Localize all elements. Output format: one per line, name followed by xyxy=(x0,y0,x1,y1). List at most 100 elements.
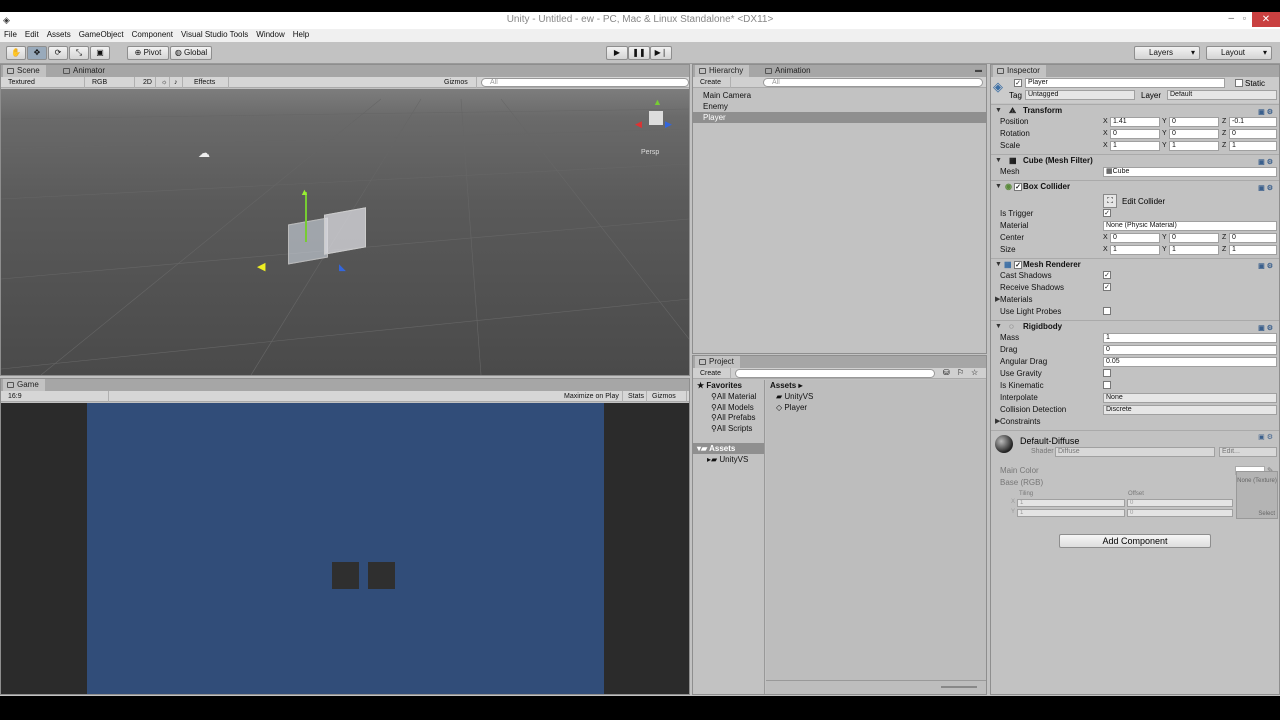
filter-label-icon[interactable]: ⚐ xyxy=(957,368,964,377)
menu-edit[interactable]: Edit xyxy=(21,29,43,41)
tab-scene[interactable]: Scene xyxy=(3,65,46,77)
size-y-field[interactable]: 1 xyxy=(1169,245,1219,255)
center-y-field[interactable]: 0 xyxy=(1169,233,1219,243)
player-cube[interactable] xyxy=(288,217,328,265)
materials-row[interactable]: ▶ Materials xyxy=(991,294,1279,305)
filter-type-icon[interactable]: ⛁ xyxy=(943,368,950,377)
menu-gameobject[interactable]: GameObject xyxy=(75,29,128,41)
tiling-x-field[interactable]: 1 xyxy=(1017,499,1125,507)
hierarchy-search-input[interactable]: All xyxy=(763,78,983,87)
menu-window[interactable]: Window xyxy=(252,29,288,41)
shader-edit-button[interactable]: Edit... xyxy=(1219,447,1277,457)
shading-dropdown[interactable]: Textured xyxy=(5,77,85,88)
2d-toggle[interactable]: 2D xyxy=(140,77,156,88)
effects-dropdown[interactable]: Effects xyxy=(191,77,229,88)
rotate-tool-icon[interactable]: ⟳ xyxy=(48,46,68,60)
icon-size-slider[interactable] xyxy=(941,686,977,688)
transform-header[interactable]: ▼ ⟁ Transform ▣⚙ xyxy=(991,104,1279,116)
z-axis-arrow-icon[interactable]: ◣ xyxy=(339,262,346,273)
add-component-button[interactable]: Add Component xyxy=(1059,534,1211,548)
stats-toggle[interactable]: Stats xyxy=(625,391,647,402)
constraints-row[interactable]: ▶ Constraints xyxy=(991,416,1279,427)
favorite-all-scripts[interactable]: ⚲All Scripts xyxy=(693,423,764,434)
hierarchy-create-dropdown[interactable]: Create xyxy=(697,77,731,88)
center-z-field[interactable]: 0 xyxy=(1229,233,1277,243)
rotation-x-field[interactable]: 0 xyxy=(1110,129,1160,139)
static-checkbox[interactable] xyxy=(1235,79,1243,87)
light-icon[interactable]: ☁ xyxy=(198,146,210,160)
receive-shadows-checkbox[interactable]: ✓ xyxy=(1103,283,1111,291)
texture-slot[interactable]: None (Texture) Select xyxy=(1236,471,1278,519)
scene-viewport[interactable]: ☁ ▲ ◀ ◣ ▲ ◀ ▶ Persp xyxy=(1,89,689,375)
step-button[interactable]: ▶❘ xyxy=(650,46,672,60)
global-button[interactable]: ◍ Global xyxy=(170,46,212,60)
hierarchy-item-main-camera[interactable]: Main Camera xyxy=(693,90,986,101)
maximize-icon[interactable]: ▫ xyxy=(1243,13,1246,23)
gizmo-x-cone-icon[interactable]: ◀ xyxy=(635,119,642,130)
close-icon[interactable]: ✕ xyxy=(1252,12,1280,27)
hierarchy-item-enemy[interactable]: Enemy xyxy=(693,101,986,112)
favorites-header[interactable]: ★ Favorites xyxy=(693,380,764,391)
mesh-renderer-enabled-checkbox[interactable]: ✓ xyxy=(1014,261,1022,269)
box-collider-enabled-checkbox[interactable]: ✓ xyxy=(1014,183,1022,191)
project-create-dropdown[interactable]: Create xyxy=(697,368,731,379)
object-name-field[interactable]: Player xyxy=(1025,78,1225,88)
scene-search-input[interactable]: All xyxy=(481,78,689,87)
drag-field[interactable]: 0 xyxy=(1103,345,1277,355)
lighting-icon[interactable]: ☼ xyxy=(158,77,170,88)
material-header[interactable]: Default-Diffuse Shader Diffuse Edit... ▣… xyxy=(991,430,1279,458)
menu-file[interactable]: File xyxy=(0,29,21,41)
rotation-y-field[interactable]: 0 xyxy=(1169,129,1219,139)
component-settings-icon[interactable]: ▣⚙ xyxy=(1258,183,1275,195)
edit-collider-button[interactable]: ⛶ xyxy=(1103,194,1117,208)
scale-x-field[interactable]: 1 xyxy=(1110,141,1160,151)
gizmos-dropdown[interactable]: Gizmos xyxy=(441,77,477,88)
position-y-field[interactable]: 0 xyxy=(1169,117,1219,127)
game-gizmos-dropdown[interactable]: Gizmos xyxy=(649,391,687,402)
layers-dropdown[interactable]: Layers ▾ xyxy=(1134,46,1200,60)
x-axis-arrow-icon[interactable]: ◀ xyxy=(257,260,265,273)
maximize-on-play-toggle[interactable]: Maximize on Play xyxy=(561,391,623,402)
tiling-y-field[interactable]: 1 xyxy=(1017,509,1125,517)
scale-y-field[interactable]: 1 xyxy=(1169,141,1219,151)
tree-unityvs[interactable]: ▸▰ UnityVS xyxy=(693,454,764,465)
move-tool-icon[interactable]: ✥ xyxy=(27,46,47,60)
tab-game[interactable]: Game xyxy=(3,379,45,391)
use-gravity-checkbox[interactable] xyxy=(1103,369,1111,377)
audio-icon[interactable]: ♪ xyxy=(171,77,183,88)
render-mode-dropdown[interactable]: RGB xyxy=(89,77,135,88)
interpolate-dropdown[interactable]: None xyxy=(1103,393,1277,403)
rigidbody-header[interactable]: ▼ ◌ Rigidbody ▣⚙ xyxy=(991,320,1279,332)
component-settings-icon[interactable]: ▣⚙ xyxy=(1258,433,1275,441)
center-x-field[interactable]: 0 xyxy=(1110,233,1160,243)
size-z-field[interactable]: 1 xyxy=(1229,245,1277,255)
position-z-field[interactable]: -0.1 xyxy=(1229,117,1277,127)
physic-material-field[interactable]: None (Physic Material) xyxy=(1103,221,1277,231)
menu-visual-studio-tools[interactable]: Visual Studio Tools xyxy=(177,29,252,41)
play-button[interactable]: ▶ xyxy=(606,46,628,60)
scale-z-field[interactable]: 1 xyxy=(1229,141,1277,151)
tab-animator[interactable]: Animator xyxy=(59,65,111,77)
tab-animation[interactable]: Animation xyxy=(761,65,817,77)
scale-tool-icon[interactable]: ⤡ xyxy=(69,46,89,60)
menu-assets[interactable]: Assets xyxy=(43,29,75,41)
tab-hierarchy[interactable]: Hierarchy xyxy=(695,65,750,77)
orientation-gizmo[interactable]: ▲ ◀ ▶ xyxy=(635,97,679,137)
shader-dropdown[interactable]: Diffuse xyxy=(1055,447,1215,457)
tag-dropdown[interactable]: Untagged xyxy=(1025,90,1135,100)
asset-player-script[interactable]: ◇ Player xyxy=(766,402,986,413)
angular-drag-field[interactable]: 0.05 xyxy=(1103,357,1277,367)
is-trigger-checkbox[interactable]: ✓ xyxy=(1103,209,1111,217)
position-x-field[interactable]: 1.41 xyxy=(1110,117,1160,127)
hierarchy-item-player[interactable]: Player xyxy=(693,112,986,123)
favorite-all-prefabs[interactable]: ⚲All Prefabs xyxy=(693,412,764,423)
assets-breadcrumb[interactable]: Assets ▸ xyxy=(766,380,986,391)
is-kinematic-checkbox[interactable] xyxy=(1103,381,1111,389)
active-checkbox[interactable]: ✓ xyxy=(1014,79,1022,87)
y-axis-handle[interactable] xyxy=(305,192,307,242)
light-probes-checkbox[interactable] xyxy=(1103,307,1111,315)
size-x-field[interactable]: 1 xyxy=(1110,245,1160,255)
pivot-button[interactable]: ⊕ Pivot xyxy=(127,46,169,60)
favorite-star-icon[interactable]: ☆ xyxy=(971,368,978,377)
layout-dropdown[interactable]: Layout ▾ xyxy=(1206,46,1272,60)
